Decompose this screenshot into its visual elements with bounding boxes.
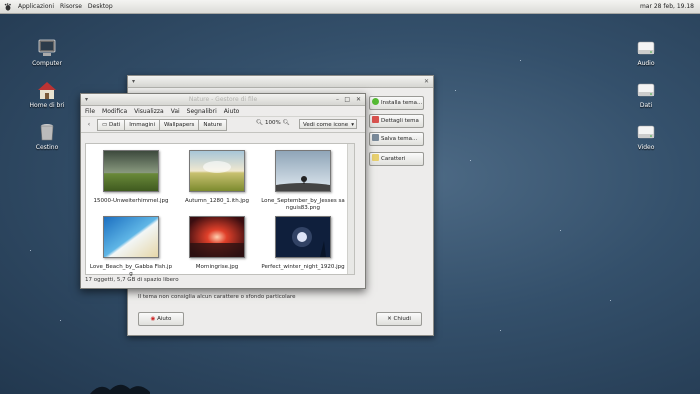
view-mode-select[interactable]: Vedi come icone ▾ bbox=[299, 119, 357, 129]
menu-bookmarks[interactable]: Segnalibri bbox=[187, 108, 217, 115]
fonts-label: Caratteri bbox=[381, 156, 406, 162]
dialog-titlebar[interactable]: ▾ ✕ bbox=[128, 76, 433, 88]
save-theme-button[interactable]: Salva tema... bbox=[369, 132, 424, 146]
thumbnail-moon bbox=[275, 216, 331, 258]
desktop-icon-label: Home di bri bbox=[29, 102, 65, 109]
file-icon-view[interactable]: 15000-Unweiterhimmel.jpg Autumn_1280_1.i… bbox=[85, 143, 355, 278]
window-menu-icon[interactable]: ▾ bbox=[132, 76, 135, 87]
clock[interactable]: mar 28 feb, 19.18 bbox=[640, 3, 694, 10]
view-mode-value: Vedi come icone bbox=[303, 122, 349, 128]
thumbnail-sunrise bbox=[189, 216, 245, 258]
top-panel: Applicazioni Risorse Desktop mar 28 feb,… bbox=[0, 0, 700, 14]
install-theme-button[interactable]: Installa tema... bbox=[369, 96, 424, 110]
install-theme-label: Installa tema... bbox=[381, 100, 423, 106]
desktop-icon-audio[interactable]: Audio bbox=[626, 38, 666, 67]
file-manager-window: ▾ Nature - Gestore di file – □ ✕ File Mo… bbox=[80, 93, 366, 289]
close-label: Chiudi bbox=[393, 316, 411, 322]
desktop-icon-home[interactable]: Home di bri bbox=[27, 80, 67, 109]
menu-applications[interactable]: Applicazioni bbox=[15, 3, 57, 10]
file-name: Perfect_winter_night_1920.jpg bbox=[261, 264, 345, 270]
file-name: Love_Beach_by_Gabba Fish.jpg bbox=[89, 264, 173, 277]
drive-icon bbox=[637, 83, 655, 97]
window-menu-icon[interactable]: ▾ bbox=[85, 94, 88, 105]
desktop-icon-label: Video bbox=[637, 144, 655, 151]
zoom-out-icon[interactable]: 🔍︎ bbox=[256, 120, 263, 126]
drive-icon bbox=[637, 41, 655, 55]
menu-view[interactable]: Visualizza bbox=[134, 108, 164, 115]
desktop-icon-label: Audio bbox=[637, 60, 655, 67]
file-manager-titlebar[interactable]: ▾ Nature - Gestore di file – □ ✕ bbox=[81, 94, 365, 106]
menu-desktop[interactable]: Desktop bbox=[85, 3, 116, 10]
desktop-icon-label: Computer bbox=[32, 60, 62, 67]
theme-description: Il tema non consiglia alcun carattere o … bbox=[138, 294, 296, 300]
maximize-icon[interactable]: □ bbox=[344, 94, 350, 105]
window-title: Nature - Gestore di file bbox=[188, 96, 258, 103]
desktop-icon-dati[interactable]: Dati bbox=[626, 80, 666, 109]
desktop-icon-trash[interactable]: Cestino bbox=[27, 122, 67, 151]
drive-small-icon: ▭ bbox=[102, 121, 108, 128]
breadcrumb-nature[interactable]: Nature bbox=[198, 118, 228, 131]
file-name: Morningrise.jpg bbox=[195, 264, 239, 270]
file-item[interactable]: Perfect_winter_night_1920.jpg bbox=[261, 216, 345, 271]
zoom-in-icon[interactable]: 🔍︎ bbox=[283, 120, 290, 126]
desktop-icon-computer[interactable]: Computer bbox=[27, 38, 67, 67]
thumbnail-tree bbox=[275, 150, 331, 192]
close-icon[interactable]: ✕ bbox=[424, 76, 429, 87]
file-item[interactable]: Autumn_1280_1.ith.jpg bbox=[175, 150, 259, 205]
chevron-down-icon: ▾ bbox=[351, 122, 354, 128]
zoom-level[interactable]: 100% bbox=[265, 120, 281, 126]
file-item[interactable]: Love_Beach_by_Gabba Fish.jpg bbox=[89, 216, 173, 278]
menu-edit[interactable]: Modifica bbox=[102, 108, 127, 115]
file-name: Lone_September_by_Jesses sanguis83.png bbox=[261, 198, 345, 211]
wallpaper-decoration bbox=[90, 384, 150, 394]
save-theme-label: Salva tema... bbox=[381, 136, 418, 142]
breadcrumb-immagini[interactable]: Immagini bbox=[124, 118, 160, 131]
fonts-button[interactable]: Caratteri bbox=[369, 152, 424, 166]
thumbnail-beach bbox=[103, 216, 159, 258]
file-item[interactable]: Lone_September_by_Jesses sanguis83.png bbox=[261, 150, 345, 212]
zoom-control: 🔍︎ 100% 🔍︎ bbox=[256, 120, 290, 126]
menu-file[interactable]: File bbox=[85, 108, 95, 115]
desktop-icon-label: Dati bbox=[639, 102, 653, 109]
close-button[interactable]: ✕ Chiudi bbox=[376, 312, 422, 326]
desktop-icon-video[interactable]: Video bbox=[626, 122, 666, 151]
location-toolbar: ‹ ▭ Dati Immagini Wallpapers Nature 🔍︎ 1… bbox=[81, 117, 365, 133]
breadcrumb-label: Dati bbox=[108, 121, 121, 128]
thumbnail-field bbox=[189, 150, 245, 192]
home-folder-icon bbox=[38, 82, 56, 99]
minimize-icon[interactable]: – bbox=[336, 94, 339, 105]
help-label: Aiuto bbox=[157, 316, 172, 322]
menu-places[interactable]: Risorse bbox=[57, 3, 85, 10]
menubar: File Modifica Visualizza Vai Segnalibri … bbox=[81, 106, 365, 117]
breadcrumb-dati[interactable]: ▭ Dati bbox=[97, 118, 126, 131]
close-icon[interactable]: ✕ bbox=[356, 94, 361, 105]
computer-icon bbox=[38, 39, 56, 56]
desktop-icon-label: Cestino bbox=[35, 144, 59, 151]
status-bar: 17 oggetti, 5,7 GB di spazio libero bbox=[85, 277, 179, 283]
trash-icon bbox=[40, 124, 54, 141]
file-name: 15000-Unweiterhimmel.jpg bbox=[93, 198, 169, 204]
close-icon: ✕ bbox=[387, 316, 392, 322]
drive-icon bbox=[637, 125, 655, 139]
file-item[interactable]: 15000-Unweiterhimmel.jpg bbox=[89, 150, 173, 205]
file-name: Autumn_1280_1.ith.jpg bbox=[185, 198, 249, 204]
file-item[interactable]: Morningrise.jpg bbox=[175, 216, 259, 271]
back-arrow-icon[interactable]: ‹ bbox=[85, 120, 93, 130]
theme-details-button[interactable]: Dettagli tema bbox=[369, 114, 424, 128]
help-button[interactable]: ◉ Aiuto bbox=[138, 312, 184, 326]
gnome-foot-icon[interactable] bbox=[4, 2, 12, 11]
vertical-scrollbar[interactable] bbox=[347, 144, 354, 274]
theme-details-label: Dettagli tema bbox=[381, 118, 419, 124]
breadcrumb-wallpapers[interactable]: Wallpapers bbox=[159, 118, 200, 131]
help-icon: ◉ bbox=[150, 316, 156, 322]
thumbnail-storm bbox=[103, 150, 159, 192]
menu-go[interactable]: Vai bbox=[171, 108, 180, 115]
menu-help[interactable]: Aiuto bbox=[224, 108, 240, 115]
